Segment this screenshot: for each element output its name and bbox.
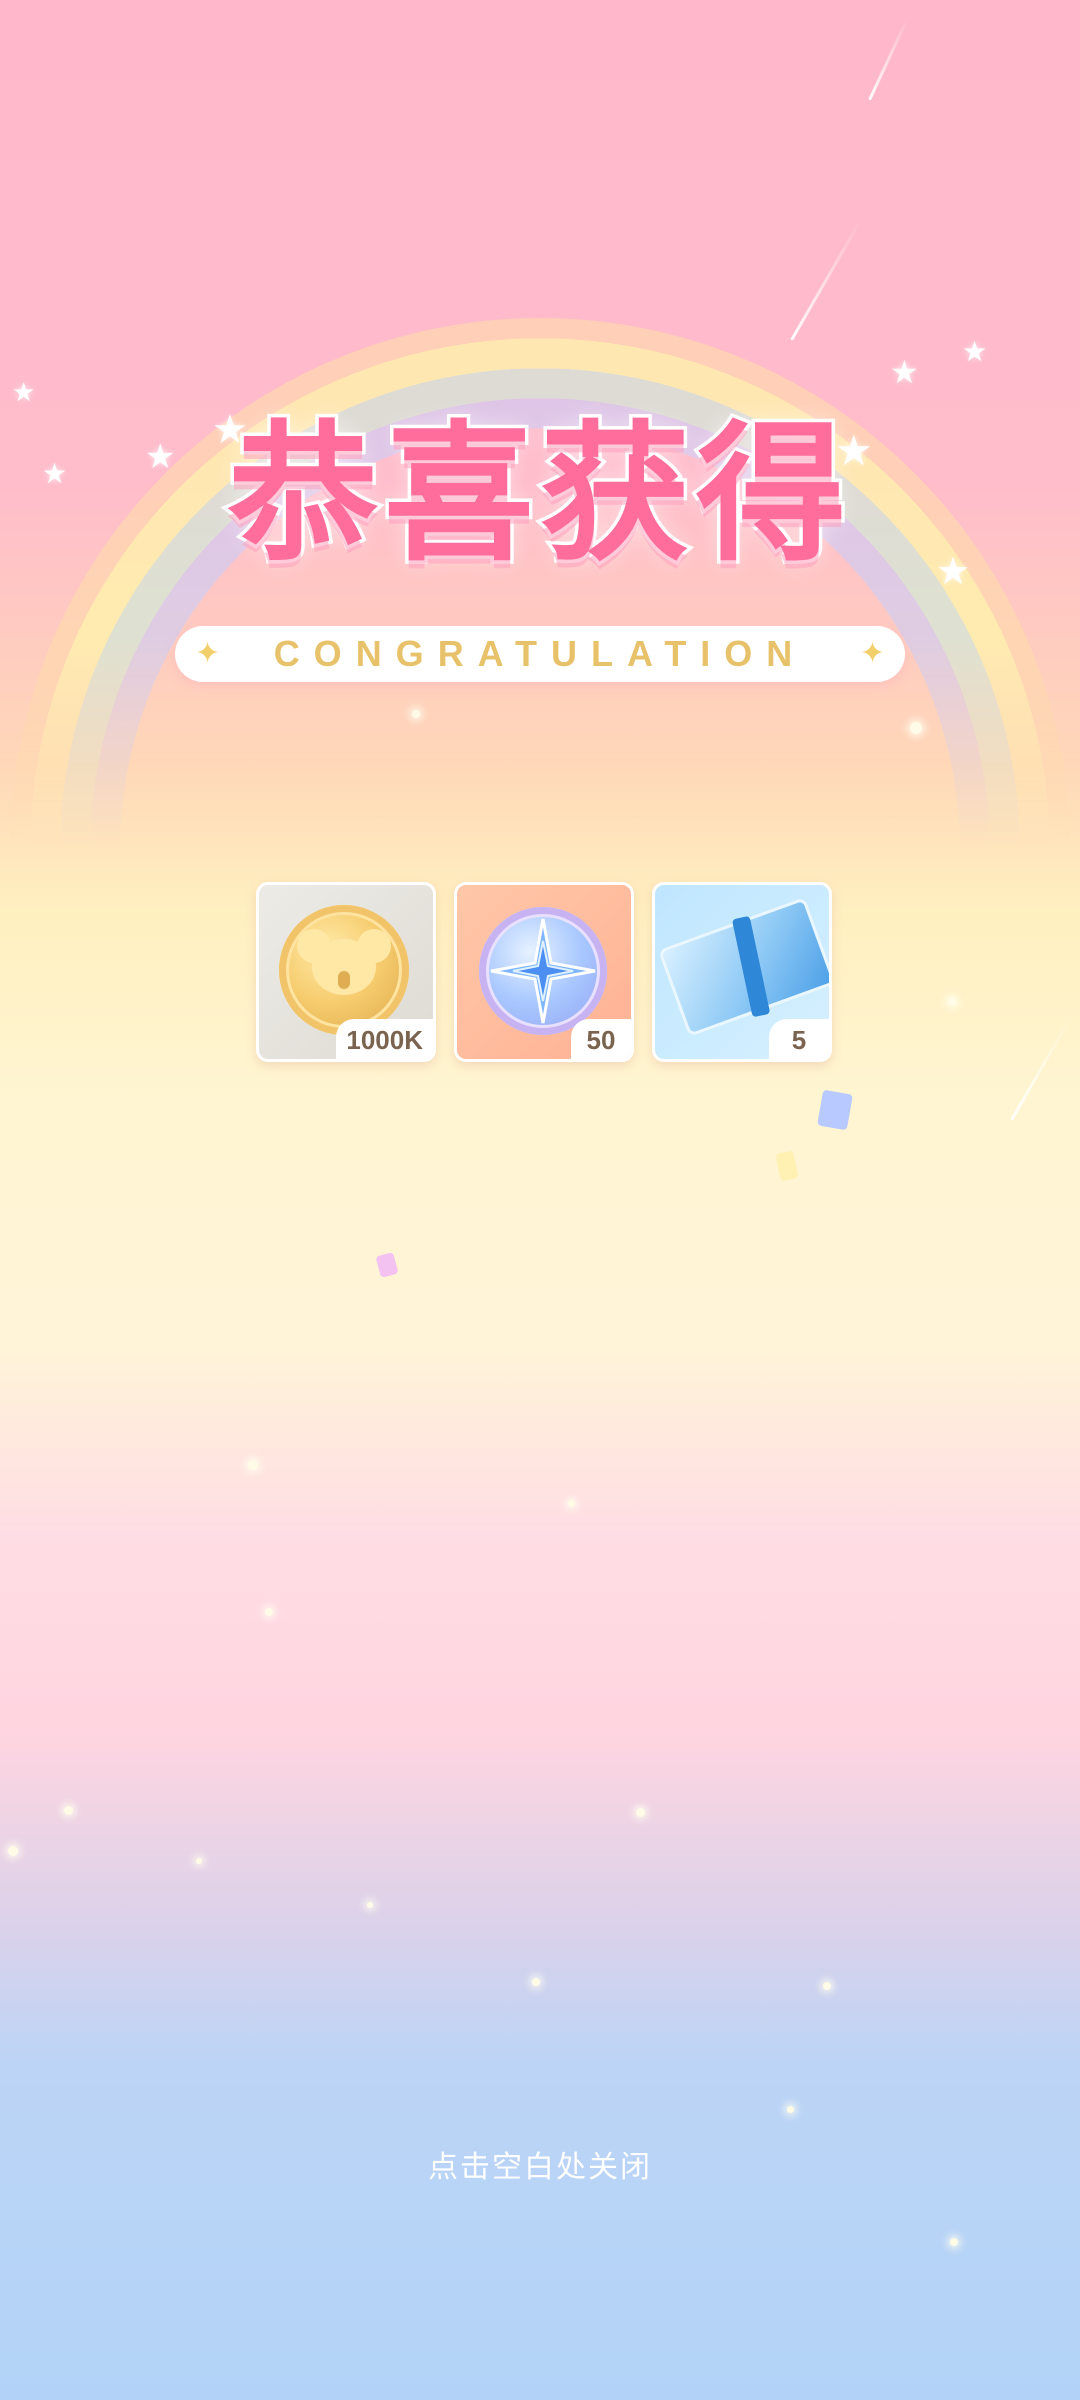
- reward-list: 1000K 50 5: [256, 882, 832, 1062]
- star-decoration: ★: [962, 335, 988, 368]
- reward-quantity: 5: [769, 1019, 829, 1059]
- blue-ticket-icon: [657, 897, 829, 1037]
- sparkle: [532, 1978, 540, 1986]
- star-decoration: ★: [12, 378, 36, 408]
- reward-item-blue-coin[interactable]: 50: [454, 882, 634, 1062]
- reward-quantity: 1000K: [336, 1019, 433, 1059]
- sparkle: [248, 1460, 258, 1470]
- gold-koala-coin-icon: [279, 905, 409, 1035]
- koala-nose: [338, 971, 350, 989]
- sparkle: [265, 1608, 273, 1616]
- sparkle: [823, 1982, 831, 1990]
- sparkle: [636, 1808, 645, 1817]
- reward-item-gold-coin[interactable]: 1000K: [256, 882, 436, 1062]
- sparkle: [568, 1500, 575, 1507]
- shooting-star: [868, 17, 909, 101]
- sparkle: [64, 1806, 73, 1815]
- shooting-star: [790, 218, 863, 341]
- star-decoration: ★: [890, 353, 919, 391]
- sparkle: [950, 2238, 958, 2246]
- reward-popup-screen[interactable]: ★ ★ ★ ★ ★ ★ ★ ★ 恭喜获得 ✦ CONGRATULATION ✦: [0, 0, 1080, 2400]
- sparkle: [367, 1902, 373, 1908]
- ticket-stripe: [731, 915, 771, 1018]
- sparkle: [787, 2106, 794, 2113]
- sparkle: [910, 722, 922, 734]
- sparkle: [8, 1846, 18, 1856]
- tap-blank-to-close-hint: 点击空白处关闭: [428, 2150, 652, 2185]
- subtitle-banner: ✦ CONGRATULATION ✦: [175, 626, 905, 682]
- confetti-piece: [817, 1089, 853, 1131]
- subtitle-text: CONGRATULATION: [273, 633, 807, 674]
- compass-star-icon: [490, 918, 596, 1024]
- reward-item-ticket[interactable]: 5: [652, 882, 832, 1062]
- reward-quantity: 50: [571, 1019, 631, 1059]
- sparkle: [196, 1858, 202, 1864]
- blue-compass-star-coin-icon: [479, 907, 607, 1035]
- sparkle: [948, 998, 956, 1006]
- sparkle-icon: ✦: [859, 636, 885, 671]
- sparkle: [412, 710, 420, 718]
- page-title: 恭喜获得: [224, 408, 852, 582]
